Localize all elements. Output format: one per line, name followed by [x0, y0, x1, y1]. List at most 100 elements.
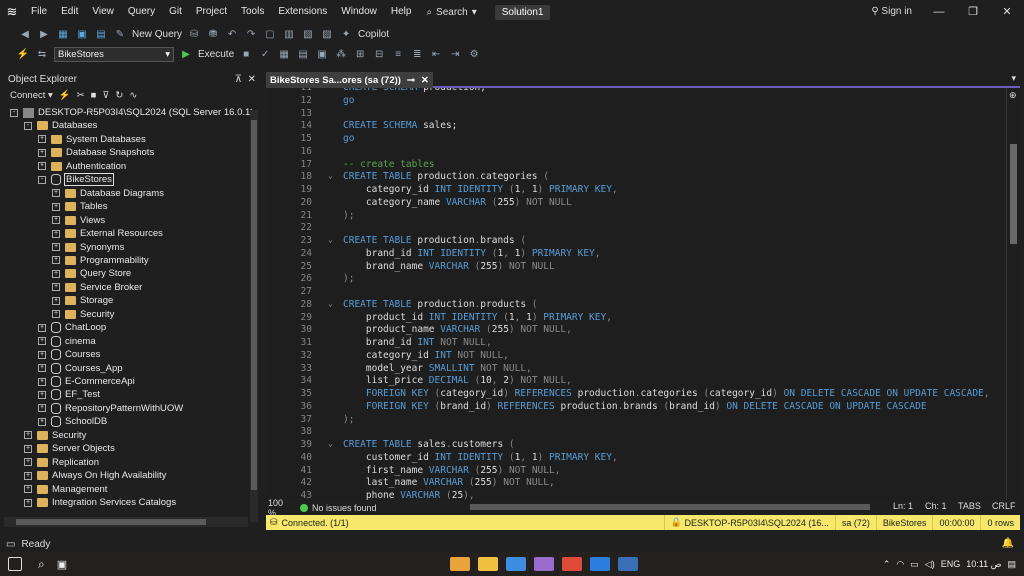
- connect-plug-icon[interactable]: ⚡: [59, 90, 71, 101]
- scroll-thumb[interactable]: [251, 120, 257, 490]
- taskbar-app-icon[interactable]: [478, 557, 498, 571]
- menu-edit[interactable]: Edit: [54, 0, 85, 24]
- expand-icon[interactable]: +: [38, 404, 46, 413]
- tree-node[interactable]: + Server Objects: [24, 442, 115, 455]
- results-grid-icon[interactable]: ▦: [277, 49, 291, 60]
- screenshot-icon[interactable]: ▢: [263, 29, 277, 40]
- expand-icon[interactable]: +: [52, 243, 60, 251]
- copilot-icon[interactable]: ✦: [339, 29, 353, 40]
- volume-icon[interactable]: ◁): [925, 559, 935, 570]
- tray-chevron-up-icon[interactable]: ⌃: [883, 559, 891, 570]
- expand-icon[interactable]: +: [38, 350, 46, 359]
- menu-help[interactable]: Help: [384, 0, 419, 24]
- expand-icon[interactable]: +: [38, 148, 46, 157]
- back-icon[interactable]: ◀: [18, 29, 32, 40]
- template-icon[interactable]: ▧: [301, 29, 315, 40]
- taskbar-app-icon[interactable]: [590, 557, 610, 571]
- expand-icon[interactable]: +: [24, 431, 32, 440]
- refresh-icon[interactable]: ↻: [115, 90, 123, 101]
- stop-icon[interactable]: ■: [91, 90, 97, 101]
- collapse-icon[interactable]: -: [38, 175, 46, 184]
- object-explorer-vscrollbar[interactable]: [250, 110, 258, 522]
- redo-icon[interactable]: ↷: [244, 29, 258, 40]
- menu-tools[interactable]: Tools: [234, 0, 271, 24]
- expand-icon[interactable]: +: [52, 229, 60, 238]
- new-query-button[interactable]: New Query: [132, 29, 182, 40]
- tree-node[interactable]: + Replication: [24, 456, 99, 469]
- expand-icon[interactable]: +: [24, 444, 32, 453]
- expand-icon[interactable]: +: [52, 269, 60, 278]
- disconnect-icon[interactable]: ✂: [77, 90, 85, 101]
- tab-overflow-chevron-icon[interactable]: ▾: [1011, 73, 1016, 84]
- menu-view[interactable]: View: [85, 0, 121, 24]
- specify-values-icon[interactable]: ⚙: [467, 49, 481, 60]
- indent-icon[interactable]: ⇥: [448, 49, 462, 60]
- activity-monitor-icon[interactable]: ∿: [129, 90, 137, 101]
- close-panel-icon[interactable]: ✕: [248, 74, 256, 85]
- expand-icon[interactable]: +: [38, 390, 46, 399]
- pin-icon[interactable]: ⊼: [235, 74, 242, 85]
- expand-icon[interactable]: +: [52, 256, 60, 265]
- tree-node[interactable]: + Programmability: [52, 254, 149, 267]
- menu-file[interactable]: File: [24, 0, 54, 24]
- fold-toggle-icon[interactable]: ⌄: [328, 171, 333, 180]
- display-plan-icon[interactable]: ⊞: [353, 49, 367, 60]
- expand-icon[interactable]: +: [52, 296, 60, 305]
- expand-icon[interactable]: +: [38, 337, 46, 346]
- expand-icon[interactable]: +: [52, 310, 60, 319]
- tree-node[interactable]: + EF_Test: [38, 388, 100, 401]
- tree-node[interactable]: + Tables: [52, 200, 107, 213]
- tree-node[interactable]: - BikeStores: [38, 173, 114, 187]
- tree-node[interactable]: + External Resources: [52, 227, 163, 240]
- save-all-icon[interactable]: ▤: [94, 29, 108, 40]
- expand-icon[interactable]: +: [38, 323, 46, 332]
- tree-node[interactable]: + Always On High Availability: [24, 469, 166, 482]
- menu-window[interactable]: Window: [334, 0, 384, 24]
- menu-project[interactable]: Project: [189, 0, 234, 24]
- expand-icon[interactable]: +: [52, 283, 60, 292]
- menu-git[interactable]: Git: [162, 0, 189, 24]
- stop-icon[interactable]: ■: [239, 49, 253, 60]
- change-connection-icon[interactable]: ⇆: [35, 49, 49, 60]
- expand-icon[interactable]: +: [52, 189, 60, 198]
- query-mdx-icon[interactable]: ⛃: [206, 29, 220, 40]
- tree-node[interactable]: + E-CommerceApi: [38, 375, 135, 388]
- editor-hscrollbar[interactable]: [470, 504, 870, 510]
- tree-node[interactable]: + Storage: [52, 294, 113, 307]
- save-icon[interactable]: ▣: [75, 29, 89, 40]
- results-text-icon[interactable]: ▤: [296, 49, 310, 60]
- tree-node[interactable]: + Security: [24, 429, 86, 442]
- tree-node[interactable]: + Authentication: [38, 160, 126, 173]
- scroll-thumb[interactable]: [1010, 144, 1017, 244]
- fold-toggle-icon[interactable]: ⌄: [328, 235, 333, 244]
- tree-node[interactable]: + Security: [52, 308, 114, 321]
- execute-icon[interactable]: ▶: [179, 49, 193, 60]
- expand-icon[interactable]: +: [24, 471, 32, 480]
- tree-node[interactable]: + Integration Services Catalogs: [24, 496, 176, 509]
- tree-node[interactable]: - DESKTOP-R5P03I4\SQL2024 (SQL Server 16.…: [10, 106, 252, 119]
- tree-node[interactable]: + cinema: [38, 335, 96, 348]
- tree-node[interactable]: + Views: [52, 214, 105, 227]
- taskbar-app-icon[interactable]: [562, 557, 582, 571]
- connect-icon[interactable]: ⚡: [16, 49, 30, 60]
- tree-node[interactable]: + Database Snapshots: [38, 146, 154, 159]
- new-file-icon[interactable]: ▦: [56, 29, 70, 40]
- uncomment-icon[interactable]: ≣: [410, 49, 424, 60]
- intellisense-icon[interactable]: ⁂: [334, 49, 348, 60]
- query-db-icon[interactable]: ⛁: [187, 29, 201, 40]
- comment-icon[interactable]: ≡: [391, 49, 405, 60]
- tree-node[interactable]: + System Databases: [38, 133, 146, 146]
- expand-icon[interactable]: +: [38, 417, 46, 426]
- copilot-button[interactable]: Copilot: [358, 29, 389, 40]
- new-query-icon[interactable]: ✎: [113, 29, 127, 40]
- results-file-icon[interactable]: ▣: [315, 49, 329, 60]
- filter-icon[interactable]: ⊽: [102, 90, 109, 101]
- close-tab-icon[interactable]: ✕: [421, 75, 429, 86]
- expand-icon[interactable]: +: [52, 202, 60, 211]
- tab-bikestores-query[interactable]: BikeStores Sa...ores (sa (72)) ⊸ ✕: [266, 72, 433, 88]
- restore-icon[interactable]: ❐: [956, 0, 990, 24]
- battery-icon[interactable]: ▭: [910, 559, 919, 570]
- connect-dropdown[interactable]: Connect ▾: [10, 90, 53, 101]
- issues-indicator[interactable]: No issues found: [300, 503, 377, 513]
- notifications-icon[interactable]: ▤: [1007, 559, 1016, 570]
